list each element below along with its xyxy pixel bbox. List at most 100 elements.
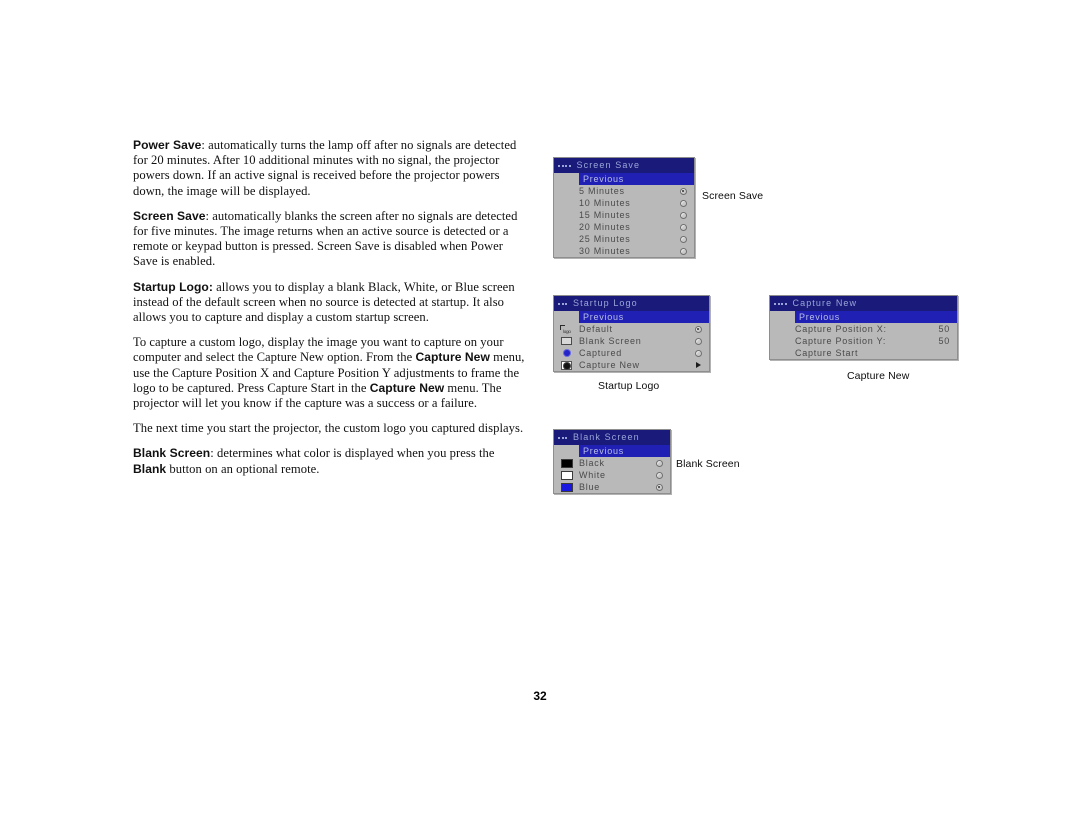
radio-cell[interactable] [672, 235, 694, 243]
radio-button-icon[interactable] [679, 247, 687, 255]
menu-item-value: 50 [938, 336, 950, 346]
osd-menu-blank-screen[interactable]: Blank Screen Previous Black White Blue [553, 429, 671, 494]
blank-screen-text-part2: button on an optional remote. [166, 461, 320, 476]
blue-burst-icon [554, 348, 579, 358]
menu-item-label: Previous [583, 312, 625, 322]
menu-item-15-minutes[interactable]: 15 Minutes [554, 209, 694, 221]
menu-item-black[interactable]: Black [554, 457, 670, 469]
radio-button-icon[interactable] [679, 187, 687, 195]
osd-menu-screen-save[interactable]: Screen Save Previous 5 Minutes 10 Minute… [553, 157, 695, 258]
menu-item-label: Previous [799, 312, 841, 322]
caption-startup-logo: Startup Logo [598, 380, 660, 392]
menu-item-previous[interactable]: Previous [795, 311, 957, 323]
menu-item-capture-position-y[interactable]: Capture Position Y: 50 [770, 335, 957, 347]
logo-icon: logo [554, 324, 579, 334]
menu-item-white[interactable]: White [554, 469, 670, 481]
color-swatch-blue-icon [554, 482, 579, 492]
menu-item-label: Blank Screen [579, 336, 642, 346]
osd-title-text: Startup Logo [573, 298, 638, 308]
rectangle-icon [554, 337, 579, 345]
radio-button-icon[interactable] [679, 199, 687, 207]
menu-item-label: Default [579, 324, 613, 334]
osd-title-text: Screen Save [576, 160, 641, 170]
paragraph-capture-instructions: To capture a custom logo, display the im… [133, 335, 529, 411]
menu-item-label: Capture Position X: [795, 324, 887, 334]
osd-menu-startup-logo[interactable]: Startup Logo Previous logo Default Blank… [553, 295, 710, 372]
menu-item-10-minutes[interactable]: 10 Minutes [554, 197, 694, 209]
menu-item-label: 30 Minutes [579, 246, 631, 256]
body-text-column: Power Save: automatically turns the lamp… [133, 138, 529, 477]
paragraph-power-save: Power Save: automatically turns the lamp… [133, 138, 529, 199]
submenu-arrow-cell[interactable] [687, 362, 709, 368]
radio-button-icon[interactable] [679, 223, 687, 231]
menu-item-capture-new[interactable]: Capture New [554, 359, 709, 371]
menu-item-value: 50 [938, 324, 950, 334]
radio-cell[interactable] [672, 211, 694, 219]
menu-item-capture-start[interactable]: Capture Start [770, 347, 957, 359]
osd-titlebar-startup-logo: Startup Logo [554, 296, 709, 311]
osd-titlebar-capture-new: Capture New [770, 296, 957, 311]
radio-cell[interactable] [648, 459, 670, 467]
radio-button-icon[interactable] [694, 349, 702, 357]
menu-item-5-minutes[interactable]: 5 Minutes [554, 185, 694, 197]
radio-button-icon[interactable] [655, 483, 663, 491]
radio-button-icon[interactable] [694, 325, 702, 333]
menu-item-label: Black [579, 458, 605, 468]
menu-item-previous[interactable]: Previous [579, 173, 694, 185]
menu-level-dots-icon [558, 164, 571, 167]
menu-item-label: 20 Minutes [579, 222, 631, 232]
paragraph-lead-power-save: Power Save [133, 138, 202, 152]
radio-cell[interactable] [672, 187, 694, 195]
menu-level-dots-icon [774, 302, 787, 305]
radio-button-icon[interactable] [679, 235, 687, 243]
menu-item-blue[interactable]: Blue [554, 481, 670, 493]
radio-cell[interactable] [648, 483, 670, 491]
menu-item-label: Capture New [579, 360, 640, 370]
osd-body-startup-logo: Previous logo Default Blank Screen Captu… [554, 311, 709, 371]
caption-capture-new: Capture New [847, 370, 910, 382]
blank-screen-text-part1: : determines what color is displayed whe… [210, 446, 495, 461]
menu-item-capture-position-x[interactable]: Capture Position X: 50 [770, 323, 957, 335]
paragraph-lead-screen-save: Screen Save [133, 208, 206, 223]
osd-title-text: Capture New [792, 298, 858, 308]
radio-cell[interactable] [687, 349, 709, 357]
chevron-right-icon[interactable] [695, 362, 701, 368]
osd-body-blank-screen: Previous Black White Blue [554, 445, 670, 493]
menu-item-20-minutes[interactable]: 20 Minutes [554, 221, 694, 233]
radio-button-icon[interactable] [679, 211, 687, 219]
osd-menu-capture-new[interactable]: Capture New Previous Capture Position X:… [769, 295, 958, 360]
color-swatch-black-icon [554, 458, 579, 468]
paragraph-next-time: The next time you start the projector, t… [133, 421, 524, 436]
menu-item-default[interactable]: logo Default [554, 323, 709, 335]
radio-cell[interactable] [672, 223, 694, 231]
menu-item-captured[interactable]: Captured [554, 347, 709, 359]
radio-cell[interactable] [687, 337, 709, 345]
menu-item-previous[interactable]: Previous [579, 311, 709, 323]
radio-button-icon[interactable] [694, 337, 702, 345]
menu-item-label: Capture Start [795, 348, 859, 358]
radio-cell[interactable] [672, 199, 694, 207]
menu-item-25-minutes[interactable]: 25 Minutes [554, 233, 694, 245]
menu-item-label: Previous [583, 174, 625, 184]
menu-item-30-minutes[interactable]: 30 Minutes [554, 245, 694, 257]
paragraph-lead-startup-logo: Startup Logo: [133, 279, 213, 294]
black-burst-icon [554, 360, 579, 370]
menu-level-dots-icon [558, 302, 567, 305]
menu-item-previous[interactable]: Previous [579, 445, 670, 457]
paragraph-screen-save: Screen Save: automatically blanks the sc… [133, 209, 529, 270]
menu-item-label: Capture Position Y: [795, 336, 887, 346]
osd-body-screen-save: Previous 5 Minutes 10 Minutes 15 Minutes… [554, 173, 694, 257]
radio-button-icon[interactable] [655, 471, 663, 479]
radio-cell[interactable] [687, 325, 709, 333]
blank-screen-bold-1: Blank Screen [133, 446, 211, 461]
menu-level-dots-icon [558, 436, 567, 439]
blank-screen-bold-2: Blank [133, 461, 167, 476]
menu-item-label: Captured [579, 348, 623, 358]
caption-blank-screen: Blank Screen [676, 458, 740, 470]
radio-button-icon[interactable] [655, 459, 663, 467]
menu-item-label: White [579, 470, 606, 480]
menu-item-label: 5 Minutes [579, 186, 625, 196]
radio-cell[interactable] [648, 471, 670, 479]
menu-item-blank-screen[interactable]: Blank Screen [554, 335, 709, 347]
radio-cell[interactable] [672, 247, 694, 255]
